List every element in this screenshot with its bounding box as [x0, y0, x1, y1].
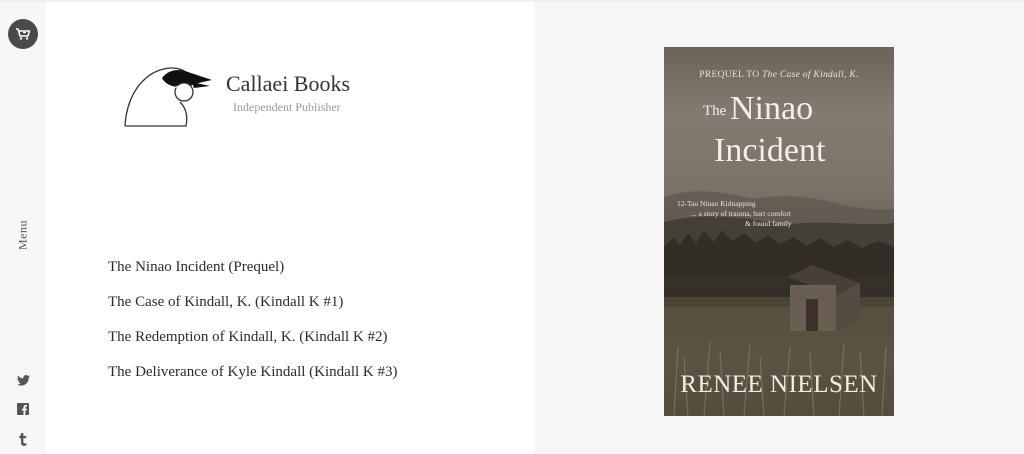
cover-title-line2: Incident	[714, 132, 826, 169]
cover-blurb-line: ... a story of trauma, hurt comfort	[691, 209, 791, 218]
book-cover[interactable]: PREQUEL TO The Case of Kindall, K. The N…	[664, 47, 894, 416]
cover-title-the: The	[703, 103, 727, 119]
brand-name[interactable]: Callaei Books	[226, 71, 350, 97]
sidebar: Menu	[0, 2, 45, 454]
tumblr-icon	[19, 432, 27, 446]
cover-prequel-line: PREQUEL TO The Case of Kindall, K.	[664, 70, 894, 80]
brand-tagline: Independent Publisher	[233, 100, 341, 114]
twitter-icon	[16, 374, 30, 386]
tumblr-link[interactable]	[14, 430, 32, 448]
cover-title-line1: Ninao	[730, 90, 814, 127]
book-link-case-of-kindall[interactable]: The Case of Kindall, K. (Kindall K #1)	[108, 292, 397, 312]
cover-author: RENEE NIELSEN	[680, 371, 878, 398]
twitter-link[interactable]	[14, 371, 32, 389]
book-link-ninao-incident[interactable]: The Ninao Incident (Prequel)	[108, 257, 397, 277]
feature-panel: PREQUEL TO The Case of Kindall, K. The N…	[535, 2, 1024, 454]
cart-button[interactable]	[8, 19, 38, 49]
cover-blurb-line: & found family	[745, 219, 792, 228]
book-link-deliverance-of-kyle-kindall[interactable]: The Deliverance of Kyle Kindall (Kindall…	[108, 362, 397, 382]
book-list: The Ninao Incident (Prequel) The Case of…	[108, 257, 397, 397]
shopping-cart-icon	[16, 28, 31, 40]
cover-prequel-prefix: PREQUEL TO	[699, 70, 760, 80]
cover-blurb: 12-Tau Ninao Kidnapping ... a story of t…	[677, 199, 847, 229]
cover-prequel-title: The Case of Kindall, K.	[762, 70, 859, 80]
facebook-icon	[17, 403, 29, 415]
menu-toggle[interactable]: Menu	[10, 218, 36, 252]
main-content: Callaei Books Independent Publisher The …	[45, 2, 535, 454]
bird-head-logo[interactable]	[122, 64, 218, 130]
book-link-redemption-of-kindall[interactable]: The Redemption of Kindall, K. (Kindall K…	[108, 327, 397, 347]
cover-blurb-line: 12-Tau Ninao Kidnapping	[677, 199, 756, 208]
facebook-link[interactable]	[14, 400, 32, 418]
